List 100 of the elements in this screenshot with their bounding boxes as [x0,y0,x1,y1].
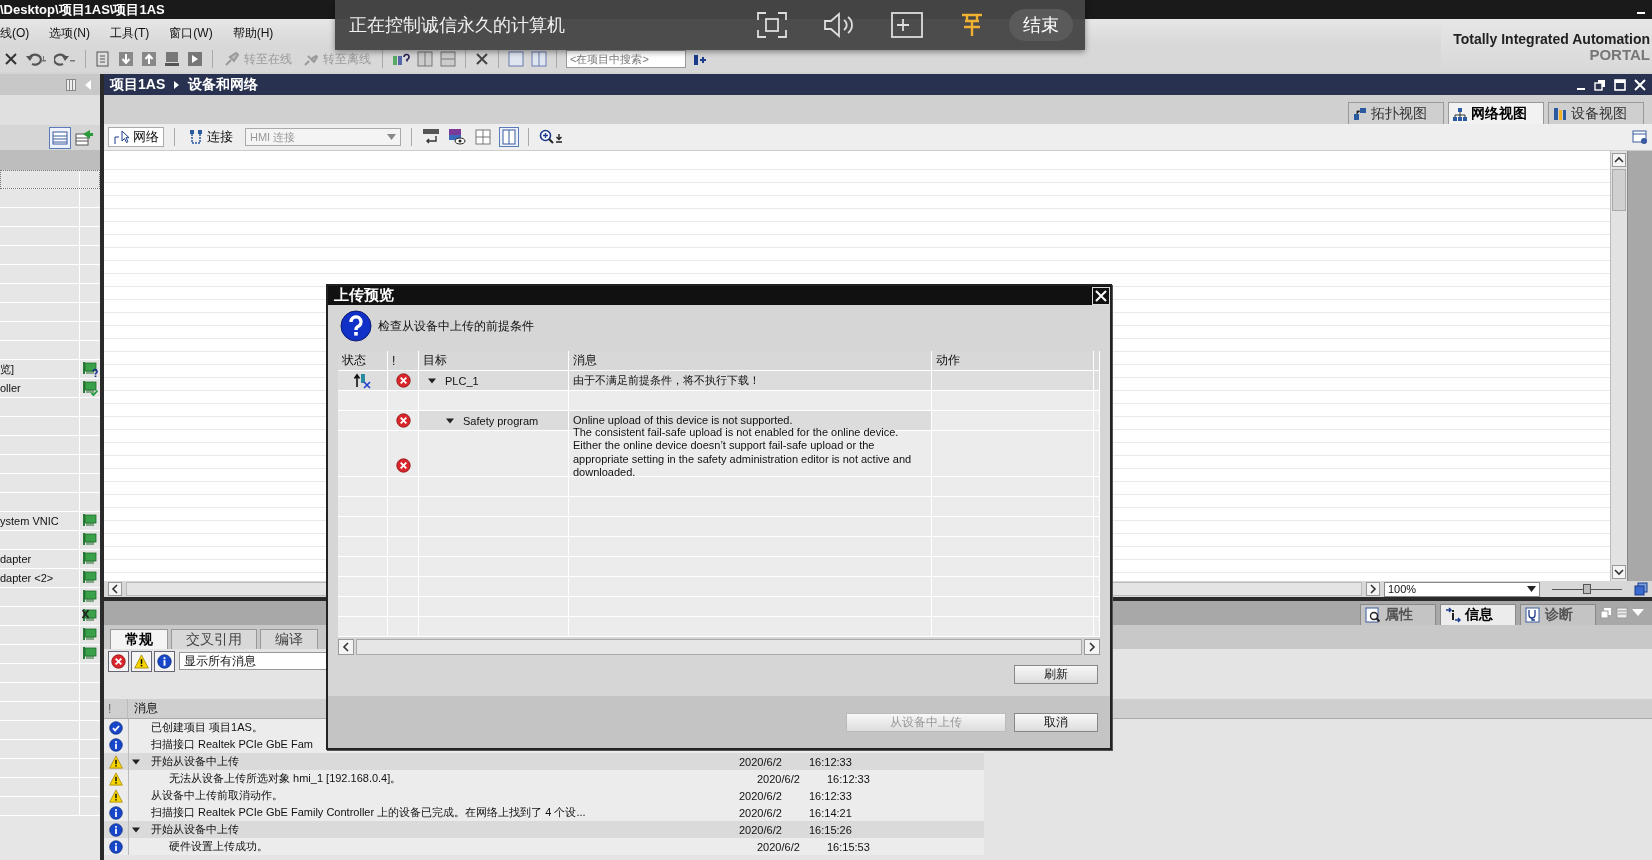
column-header: 动作 [936,352,960,369]
scroll-right-icon[interactable] [1366,582,1380,596]
network-adapter-icon [82,532,98,548]
float-window-icon[interactable] [1600,607,1612,619]
scroll-right-icon[interactable] [1084,639,1100,655]
topology-icon [1353,106,1367,121]
plug-icon [224,51,240,67]
message-date: 2020/6/2 [739,755,782,768]
cancel-button[interactable]: 取消 [1014,712,1098,732]
close-icon[interactable] [4,52,18,66]
filter-toggle[interactable] [131,650,152,672]
message-text: 已创建项目 项目1AS。 [151,720,263,735]
magnifier-icon [1365,607,1381,623]
window-frame-icon[interactable] [891,12,923,38]
breadcrumb-link[interactable]: 项目1AS [110,75,166,94]
menu-item[interactable]: 选项(N) [49,25,90,42]
panel-toggle-icon[interactable] [500,128,518,146]
redo-icon[interactable] [54,51,76,67]
layout-icon[interactable] [531,51,547,67]
message-text: 扫描接口 Realtek PCIe GbE Family Controller 上的设备已完成。在网络上找到了 4 个设... [151,805,586,820]
message-text: 由于不满足前提条件，将不执行下载！ [573,373,760,388]
upload-icon[interactable] [141,51,157,67]
menu-item[interactable]: 窗口(W) [169,25,213,42]
info-tab[interactable]: 编译 [260,629,318,649]
show-address-icon[interactable] [448,128,466,146]
network-adapter-icon [82,646,98,662]
scroll-down-icon[interactable] [1612,565,1626,579]
zoom-icon[interactable] [539,129,565,145]
refresh-button[interactable]: 刷新 [1014,665,1098,684]
menu-item[interactable]: 线(O) [0,25,30,42]
overview-icon[interactable] [1632,129,1648,145]
connection-icon [189,129,203,145]
close-icon[interactable] [475,52,489,66]
column-header: ! [392,353,396,368]
undo-icon[interactable] [25,51,47,67]
scroll-left-icon[interactable] [338,639,354,655]
adapter-name: ystem VNIC [0,515,59,527]
network-adapter-icon [82,627,98,643]
fullscreen-icon[interactable] [757,12,787,38]
download-icon[interactable] [118,51,134,67]
pin-icon[interactable] [959,12,985,38]
layout-icon[interactable] [508,51,524,67]
info-icon [109,822,123,837]
scrollbar-thumb[interactable] [1612,169,1626,211]
export-table-icon[interactable] [74,127,94,148]
info-icon [109,839,123,854]
speaker-icon[interactable] [823,12,855,38]
view-tab[interactable]: 设备视图 [1548,102,1644,124]
overview-navigation-icon[interactable] [1634,582,1648,596]
dropdown-caret-icon [1527,586,1536,592]
warning-icon [109,788,123,803]
monitor-icon[interactable] [164,51,180,67]
brand-subtitle: PORTAL [1589,47,1650,63]
maximize-icon[interactable] [1614,78,1626,91]
inspector-tab[interactable]: 属性 [1360,604,1436,625]
dialog-title: 上传预览 [334,286,394,305]
filter-toggle[interactable] [154,650,175,672]
menu-item[interactable]: 帮助(H) [232,25,274,42]
inspector-tab[interactable]: 信息 [1440,604,1516,625]
message-text: 扫描接口 Realtek PCIe GbE Fam [151,737,313,752]
filter-toggle[interactable] [108,650,129,672]
search-project-icon[interactable] [693,52,707,66]
message-time: 16:12:33 [809,789,852,802]
network-adapter-icon [82,513,98,529]
info-tab[interactable]: 交叉引用 [171,629,257,649]
message-date: 2020/6/2 [739,823,782,836]
inspector-tab[interactable]: 诊断 [1520,604,1596,625]
brand-title: Totally Integrated Automation [1453,31,1650,47]
scroll-left-icon[interactable] [108,582,122,596]
breadcrumb-link[interactable]: 设备和网络 [188,75,259,94]
network-adapter-icon [82,361,98,377]
adapter-name: dapter [0,553,32,565]
column-header: 状态 [342,352,366,369]
horizontal-scrollbar[interactable] [356,639,1082,655]
info-tab[interactable]: 常规 [110,629,168,649]
scroll-up-icon[interactable] [1612,153,1626,167]
table-view-icon[interactable] [50,127,70,148]
view-tab[interactable]: 网络视图 [1448,102,1544,124]
window-title: \Desktop\项目1AS\项目1AS [0,0,166,19]
restore-icon[interactable] [1594,78,1606,91]
message-text: 开始从设备中上传 [151,822,239,837]
zoom-slider[interactable] [1552,582,1622,596]
message-time: 16:15:53 [827,840,870,853]
name-edit-icon[interactable] [422,128,440,146]
network-mode-button[interactable]: 网络 [108,127,164,147]
view-tab[interactable]: 拓扑视图 [1348,102,1444,124]
connection-mode-button[interactable]: 连接 [185,127,237,147]
vertical-scrollbar[interactable] [1610,151,1627,581]
accessible-devices-icon[interactable] [392,51,410,67]
simulation-icon[interactable] [187,51,203,67]
message-time: 16:12:33 [827,772,870,785]
slider-thumb[interactable] [1583,584,1591,594]
network-adapter-icon [82,589,98,605]
adapter-name: 览] [0,361,15,377]
end-session-button[interactable]: 结束 [1009,9,1073,41]
panel-layout-icon[interactable] [66,78,76,91]
search-field[interactable]: <在项目中搜索> [566,50,686,68]
grid-icon[interactable] [474,128,492,146]
menu-item[interactable]: 工具(T) [110,25,150,42]
zoom-dropdown[interactable]: 100% [1384,581,1540,597]
